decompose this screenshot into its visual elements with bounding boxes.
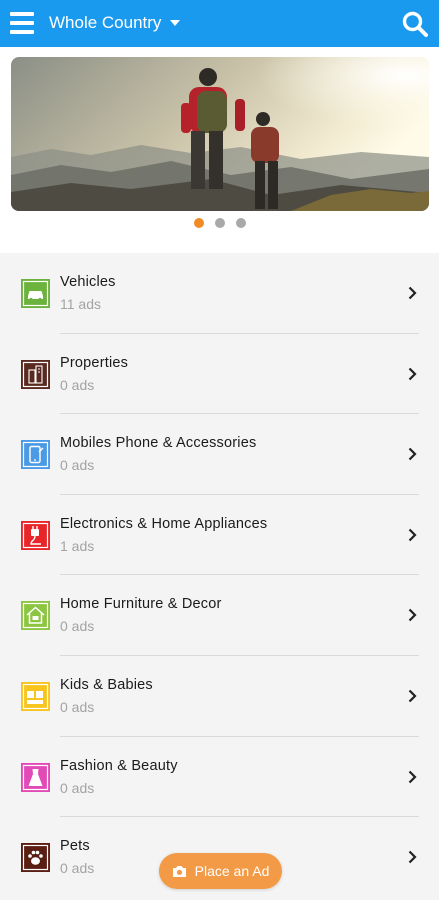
caret-down-icon bbox=[170, 20, 181, 26]
paw-icon bbox=[21, 843, 50, 873]
chevron-right-icon bbox=[408, 770, 417, 783]
phone-icon bbox=[21, 440, 50, 470]
chevron-right-icon bbox=[408, 447, 417, 461]
category-ad-count: 0 ads bbox=[60, 376, 95, 393]
search-icon[interactable] bbox=[401, 10, 429, 38]
chevron-right-icon bbox=[408, 609, 417, 622]
menu-icon[interactable] bbox=[10, 12, 34, 34]
category-ad-count: 0 ads bbox=[60, 618, 95, 635]
category-item-fashion-beauty[interactable]: Fashion & Beauty 0 ads bbox=[0, 737, 439, 818]
category-item-kids-babies[interactable]: Kids & Babies 0 ads bbox=[0, 656, 439, 737]
category-list: Vehicles 11 ads Properties 0 ads Mobiles… bbox=[0, 253, 439, 898]
chevron-right-icon bbox=[408, 528, 417, 542]
place-ad-button[interactable]: Place an Ad bbox=[159, 853, 282, 889]
camera-icon bbox=[172, 865, 186, 877]
category-ad-count: 11 ads bbox=[60, 296, 101, 312]
location-selector[interactable]: Whole Country bbox=[49, 13, 181, 33]
category-name: Properties bbox=[60, 354, 129, 371]
building-icon bbox=[21, 359, 50, 389]
category-name: Kids & Babies bbox=[60, 676, 153, 693]
house-icon bbox=[21, 601, 50, 631]
category-ad-count: 0 ads bbox=[60, 698, 95, 715]
category-item-mobiles[interactable]: Mobiles Phone & Accessories 0 ads bbox=[0, 414, 439, 495]
category-item-home-furniture[interactable]: Home Furniture & Decor 0 ads bbox=[0, 575, 439, 656]
carousel-indicators bbox=[0, 218, 439, 228]
category-name: Fashion & Beauty bbox=[60, 757, 178, 774]
chevron-right-icon bbox=[408, 286, 417, 300]
category-ad-count: 0 ads bbox=[60, 457, 95, 474]
chevron-right-icon bbox=[408, 367, 417, 380]
chevron-right-icon bbox=[408, 689, 417, 703]
top-app-bar: Whole Country bbox=[0, 0, 439, 47]
category-ad-count: 0 ads bbox=[60, 779, 95, 796]
category-ad-count: 0 ads bbox=[60, 860, 95, 877]
carousel-dot[interactable] bbox=[214, 218, 225, 228]
chevron-right-icon bbox=[408, 850, 417, 864]
plug-icon bbox=[21, 520, 50, 550]
location-label: Whole Country bbox=[49, 13, 162, 32]
banner-section bbox=[0, 47, 439, 253]
category-name: Vehicles bbox=[60, 274, 116, 290]
category-ad-count: 1 ads bbox=[60, 537, 95, 554]
category-item-electronics[interactable]: Electronics & Home Appliances 1 ads bbox=[0, 495, 439, 576]
category-name: Pets bbox=[60, 838, 90, 855]
carousel-dot[interactable] bbox=[193, 218, 204, 228]
place-ad-label: Place an Ad bbox=[194, 863, 270, 879]
category-name: Home Furniture & Decor bbox=[60, 596, 222, 613]
category-item-vehicles[interactable]: Vehicles 11 ads bbox=[0, 253, 439, 334]
category-name: Electronics & Home Appliances bbox=[60, 515, 268, 532]
banner-image[interactable] bbox=[11, 57, 429, 211]
car-icon bbox=[21, 279, 50, 308]
dress-icon bbox=[21, 762, 50, 792]
category-item-properties[interactable]: Properties 0 ads bbox=[0, 334, 439, 415]
toys-icon bbox=[21, 681, 50, 711]
category-name: Mobiles Phone & Accessories bbox=[60, 435, 257, 452]
carousel-dot[interactable] bbox=[235, 218, 246, 228]
